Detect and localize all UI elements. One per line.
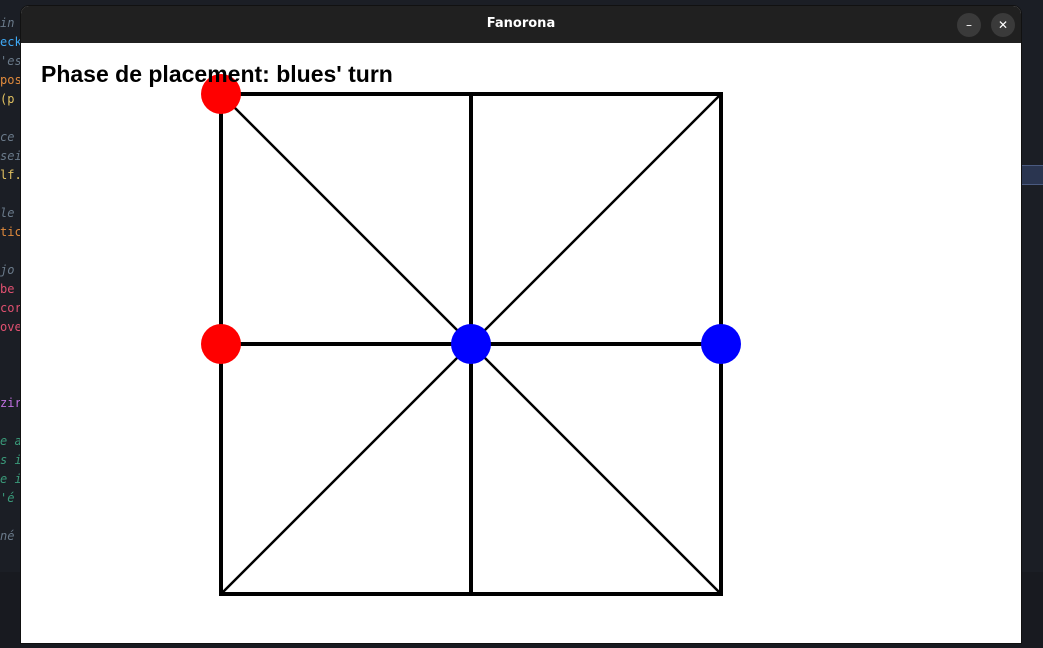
red-piece[interactable] [201, 324, 241, 364]
blue-piece[interactable] [701, 324, 741, 364]
window-title: Fanorona [486, 16, 556, 31]
code-fragment: 'é [0, 491, 15, 505]
close-button[interactable]: ✕ [991, 13, 1015, 37]
phase-status-text: Phase de placement: blues' turn [41, 61, 393, 87]
code-fragment: e a [0, 434, 22, 448]
code-fragment: pos [0, 73, 22, 87]
code-fragment: be [0, 282, 15, 296]
editor-current-line-highlight [1020, 165, 1043, 185]
code-fragment: jo [0, 263, 15, 277]
code-fragment: ce [0, 130, 15, 144]
code-fragment: le [0, 206, 15, 220]
code-fragment: (p [0, 92, 15, 106]
window-titlebar[interactable]: Fanorona – ✕ [21, 6, 1021, 43]
code-fragment: tic [0, 225, 22, 239]
game-canvas[interactable]: Phase de placement: blues' turn [21, 43, 1021, 643]
code-fragment: zir [0, 396, 22, 410]
code-fragment: in [0, 16, 15, 30]
blue-piece[interactable] [451, 324, 491, 364]
code-fragment: 'es [0, 54, 22, 68]
code-fragment: ove [0, 320, 22, 334]
code-fragment: s i [0, 453, 22, 467]
code-fragment: sei [0, 149, 22, 163]
code-fragment: cor [0, 301, 22, 315]
minimize-button[interactable]: – [957, 13, 981, 37]
code-fragment: lf. [0, 168, 22, 182]
background-code-editor: in eck 'es pos (p ce sei lf. le tic jo be cor ov… [0, 0, 22, 648]
fanorona-window: Fanorona – ✕ Phase de placement: blues' … [21, 6, 1021, 643]
fanorona-board[interactable] [21, 43, 1021, 643]
code-fragment: eck [0, 35, 22, 49]
code-fragment: né [0, 529, 15, 543]
code-fragment: e i [0, 472, 22, 486]
